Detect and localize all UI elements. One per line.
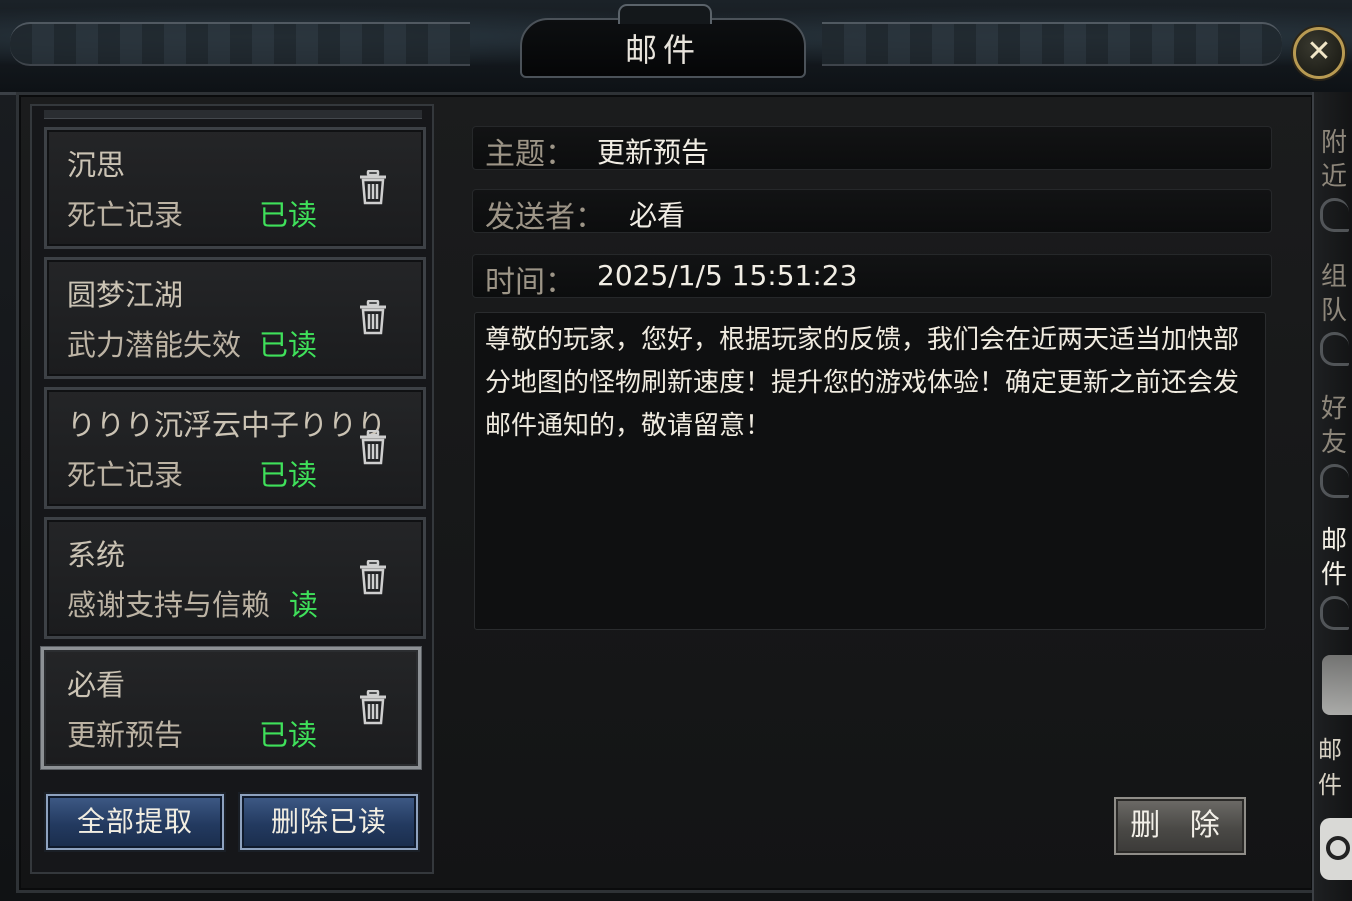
scroll-ornament-icon <box>1319 198 1349 232</box>
sender-label: 发送者： <box>485 200 605 235</box>
side-handle-icon[interactable] <box>1320 818 1352 880</box>
tab-team[interactable]: 组队 <box>1316 260 1352 380</box>
tab-team-label: 组队 <box>1320 262 1347 326</box>
trash-icon[interactable] <box>357 300 389 336</box>
mail-sender: 圆梦江湖 <box>67 278 184 312</box>
tab-nearby-label: 附近 <box>1320 128 1347 192</box>
mail-read-status: 已读 <box>259 328 318 362</box>
mail-read-status: 读 <box>289 588 319 622</box>
mail-content-text: 尊敬的玩家，您好，根据玩家的反馈，我们会在近两天适当加快部分地图的怪物刷新速度！… <box>485 325 1240 441</box>
trash-icon[interactable] <box>357 430 389 466</box>
sender-row: 发送者： 必看 <box>472 189 1272 235</box>
mail-item[interactable]: りりり沉浮云中子りりり 死亡记录 已读 <box>44 387 426 509</box>
trash-icon[interactable] <box>357 560 389 596</box>
mail-item[interactable]: 圆梦江湖 武力潜能失效 已读 <box>44 257 426 379</box>
delete-read-button[interactable]: 删除已读 <box>240 794 418 850</box>
close-button[interactable]: ✕ <box>1293 27 1345 79</box>
subject-value: 更新预告 <box>597 136 710 169</box>
mail-item[interactable]: 沉思 死亡记录 已读 <box>44 127 426 249</box>
tab-mail-label: 邮件 <box>1320 526 1347 590</box>
mail-read-status: 已读 <box>259 198 318 232</box>
scroll-ornament-icon <box>1319 596 1349 630</box>
mail-subject: 死亡记录 <box>67 458 184 492</box>
mail-subject: 武力潜能失效 <box>67 328 242 362</box>
side-partial-label: 邮件 <box>1318 736 1342 799</box>
mail-content-box[interactable]: 尊敬的玩家，您好，根据玩家的反馈，我们会在近两天适当加快部分地图的怪物刷新速度！… <box>474 312 1266 630</box>
scroll-ornament-icon <box>1319 464 1349 498</box>
sender-value: 必看 <box>629 199 686 232</box>
header-ornament-left <box>10 22 470 66</box>
title-plate: 邮件 <box>520 4 806 78</box>
mail-subject: 感谢支持与信赖 <box>67 588 271 622</box>
subject-row: 主题： 更新预告 <box>472 126 1272 172</box>
tab-friends-label: 好友 <box>1320 394 1347 458</box>
mail-read-status: 已读 <box>259 458 318 492</box>
trash-icon[interactable] <box>357 690 389 726</box>
time-label: 时间： <box>485 265 575 300</box>
side-decoration <box>1322 655 1352 715</box>
time-value: 2025/1/5 15:51:23 <box>597 259 858 292</box>
delete-button[interactable]: 删 除 <box>1114 797 1246 855</box>
header-ornament-right <box>822 22 1282 66</box>
trash-icon[interactable] <box>357 170 389 206</box>
subject-label: 主题： <box>485 137 575 172</box>
mail-subject: 更新预告 <box>67 718 184 752</box>
collect-all-button[interactable]: 全部提取 <box>46 794 224 850</box>
tab-mail[interactable]: 邮件 <box>1316 524 1352 644</box>
mail-subject: 死亡记录 <box>67 198 184 232</box>
title-crest <box>618 4 712 24</box>
mail-item-selected[interactable]: 必看 更新预告 已读 <box>41 647 421 769</box>
tab-friends[interactable]: 好友 <box>1316 392 1352 512</box>
window-title: 邮件 <box>624 31 701 69</box>
close-icon: ✕ <box>1306 34 1332 69</box>
mail-sender: 系统 <box>67 538 126 572</box>
scroll-ornament-icon <box>1319 332 1349 366</box>
mail-read-status: 已读 <box>259 718 318 752</box>
mail-sender: りりり沉浮云中子りりり <box>67 408 387 442</box>
time-row: 时间： 2025/1/5 15:51:23 <box>472 254 1272 300</box>
mail-sender: 必看 <box>67 668 126 702</box>
mail-list-scroll-top <box>44 110 422 119</box>
tab-nearby[interactable]: 附近 <box>1316 126 1352 246</box>
mail-item[interactable]: 系统 感谢支持与信赖 读 <box>44 517 426 639</box>
mail-sender: 沉思 <box>67 148 126 182</box>
